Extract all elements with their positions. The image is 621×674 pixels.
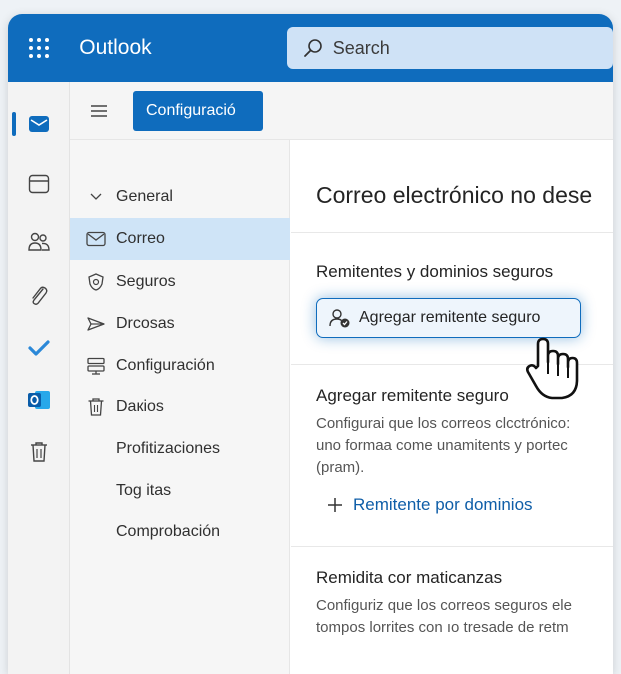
nav-item-drcosas[interactable]: Drcosas	[70, 303, 290, 345]
nav-item-label: Tog itas	[116, 482, 172, 499]
mail-icon	[29, 116, 49, 132]
add-safe-sender-button[interactable]: Agregar remitente seguro	[316, 298, 581, 338]
app-rail	[8, 82, 70, 674]
settings-content: Correo electrónico no dese Remitentes y …	[291, 140, 613, 674]
active-indicator	[12, 112, 16, 136]
todo-check-icon	[28, 340, 50, 356]
rail-trash[interactable]	[8, 432, 70, 472]
mail-icon	[84, 231, 108, 247]
settings-nav: General Correo Seguros Drcosas Configura…	[70, 140, 290, 674]
nav-item-label: Seguros	[116, 273, 176, 290]
nav-item-profitizaciones[interactable]: Profitizaciones	[70, 428, 290, 470]
nav-item-seguros[interactable]: Seguros	[70, 261, 290, 303]
nav-item-configuracion[interactable]: Configuración	[70, 345, 290, 387]
outlook-icon	[28, 391, 50, 409]
trash-icon	[84, 397, 108, 417]
hand-cursor-icon	[525, 337, 579, 400]
nav-item-label: Daкios	[116, 398, 164, 415]
nav-item-label: Drcosas	[116, 315, 175, 332]
nav-item-label: Correo	[116, 230, 165, 247]
outlook-window: Outlook Search Configuració General Corr…	[8, 14, 613, 674]
nav-item-label: Profitizaciones	[116, 440, 221, 457]
command-bar: Configuració	[70, 82, 613, 140]
app-launcher-button[interactable]	[8, 14, 69, 82]
trash-icon	[31, 442, 47, 462]
rail-attach[interactable]	[8, 276, 70, 316]
nav-item-label: General	[116, 188, 173, 205]
app-title: Outlook	[79, 36, 152, 59]
add-domain-label: Remitente por dominios	[353, 495, 533, 514]
waffle-icon	[28, 38, 49, 58]
search-box[interactable]: Search	[286, 27, 613, 69]
description-line: (pram).	[316, 459, 365, 476]
nav-item-daкios[interactable]: Daкios	[70, 386, 290, 428]
shield-icon	[84, 272, 108, 292]
add-safe-sender-label: Agregar remitente seguro	[359, 309, 541, 326]
rail-calendar[interactable]	[8, 164, 70, 204]
nav-item-tog-itas[interactable]: Tog itas	[70, 470, 290, 512]
people-icon	[28, 232, 50, 251]
divider	[291, 232, 613, 233]
attach-icon	[32, 286, 48, 305]
description-line: tompos lorrites con ıo tresade de retm	[316, 619, 569, 636]
description-line: Configuriz que los correos seguros ele	[316, 597, 572, 614]
divider	[291, 546, 613, 547]
rail-mail[interactable]	[8, 104, 70, 144]
search-icon	[303, 39, 322, 57]
third-section-heading: Remidita cor maticanzas	[316, 568, 503, 587]
nav-item-general[interactable]: General	[70, 176, 290, 218]
top-bar: Outlook Search	[8, 14, 613, 82]
send-icon	[84, 316, 108, 332]
description-line: uno formaa come unamitents y portec	[316, 437, 568, 454]
rail-todo[interactable]	[8, 328, 70, 368]
plus-icon	[328, 498, 342, 512]
page-title: Correo electrónico no dese	[316, 182, 593, 208]
chevron-down-icon	[84, 192, 108, 202]
add-safe-sender-heading: Agregar remitente seguro	[316, 386, 509, 405]
rail-people[interactable]	[8, 222, 70, 262]
nav-item-comprobacion[interactable]: Comprobación	[70, 511, 290, 553]
nav-item-correo[interactable]: Correo	[70, 218, 290, 260]
description-line: Configurai que los correos clcctrónico:	[316, 415, 571, 432]
settings-button[interactable]: Configuració	[133, 90, 263, 131]
search-placeholder: Search	[332, 37, 390, 58]
nav-item-label: Comprobación	[116, 523, 221, 540]
hamburger-icon	[91, 104, 107, 117]
person-check-icon	[329, 309, 350, 328]
safe-senders-heading: Remitentes y dominios seguros	[316, 262, 554, 281]
settings-rows-icon	[84, 357, 108, 375]
nav-item-label: Configuración	[116, 357, 215, 374]
calendar-icon	[28, 174, 50, 194]
nav-toggle-button[interactable]	[70, 82, 128, 140]
add-domain-link[interactable]: Remitente por dominios	[327, 495, 533, 515]
rail-outlook[interactable]	[8, 380, 70, 420]
